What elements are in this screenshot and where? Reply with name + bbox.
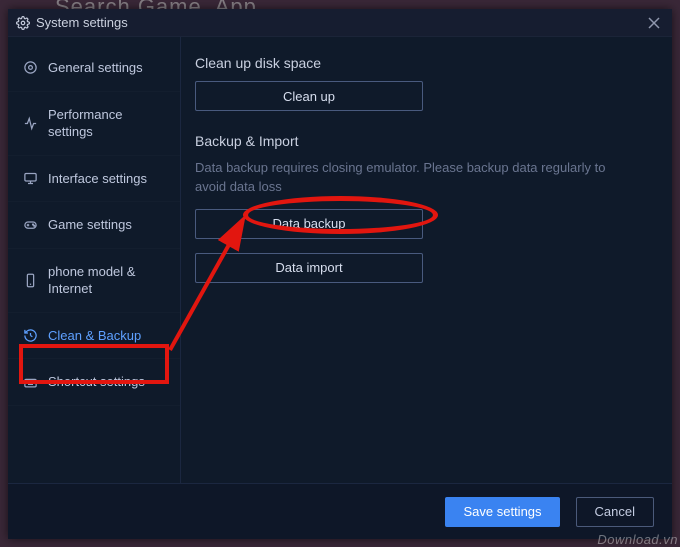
sidebar-item-general[interactable]: General settings	[8, 45, 180, 92]
backup-note: Data backup requires closing emulator. P…	[195, 159, 625, 197]
sidebar-item-shortcut[interactable]: Shortcut settings	[8, 359, 180, 406]
cleanup-button[interactable]: Clean up	[195, 81, 423, 111]
titlebar: System settings	[8, 9, 672, 37]
sidebar-item-label: General settings	[48, 59, 166, 77]
sidebar-item-phone-internet[interactable]: phone model & Internet	[8, 249, 180, 313]
sidebar-item-game[interactable]: Game settings	[8, 202, 180, 249]
sidebar-item-label: Clean & Backup	[48, 327, 166, 345]
content-pane: Clean up disk space Clean up Backup & Im…	[181, 37, 672, 483]
gear-icon	[16, 16, 30, 30]
sidebar-item-label: Shortcut settings	[48, 373, 166, 391]
dialog-body: General settings Performance settings In…	[8, 37, 672, 483]
data-import-button[interactable]: Data import	[195, 253, 423, 283]
sidebar-item-label: Interface settings	[48, 170, 166, 188]
gamepad-icon	[22, 217, 38, 233]
section-title-cleanup: Clean up disk space	[195, 55, 644, 71]
close-button[interactable]	[644, 13, 664, 33]
dialog-footer: Save settings Cancel	[8, 483, 672, 539]
sidebar-item-label: phone model & Internet	[48, 263, 166, 298]
keyboard-icon	[22, 374, 38, 390]
phone-icon	[22, 272, 38, 288]
section-title-backup: Backup & Import	[195, 133, 644, 149]
sidebar-item-label: Performance settings	[48, 106, 166, 141]
data-backup-button[interactable]: Data backup	[195, 209, 423, 239]
save-button[interactable]: Save settings	[445, 497, 559, 527]
sidebar: General settings Performance settings In…	[8, 37, 181, 483]
pulse-icon	[22, 115, 38, 131]
sidebar-item-performance[interactable]: Performance settings	[8, 92, 180, 156]
sidebar-item-clean-backup[interactable]: Clean & Backup	[8, 313, 180, 360]
cancel-button[interactable]: Cancel	[576, 497, 654, 527]
sidebar-item-interface[interactable]: Interface settings	[8, 156, 180, 203]
history-icon	[22, 328, 38, 344]
close-icon	[648, 17, 660, 29]
gear-icon	[22, 60, 38, 76]
monitor-icon	[22, 170, 38, 186]
settings-dialog: System settings General settings Perf	[8, 9, 672, 539]
window-title: System settings	[36, 15, 128, 30]
sidebar-item-label: Game settings	[48, 216, 166, 234]
watermark: Download.vn	[597, 532, 678, 547]
